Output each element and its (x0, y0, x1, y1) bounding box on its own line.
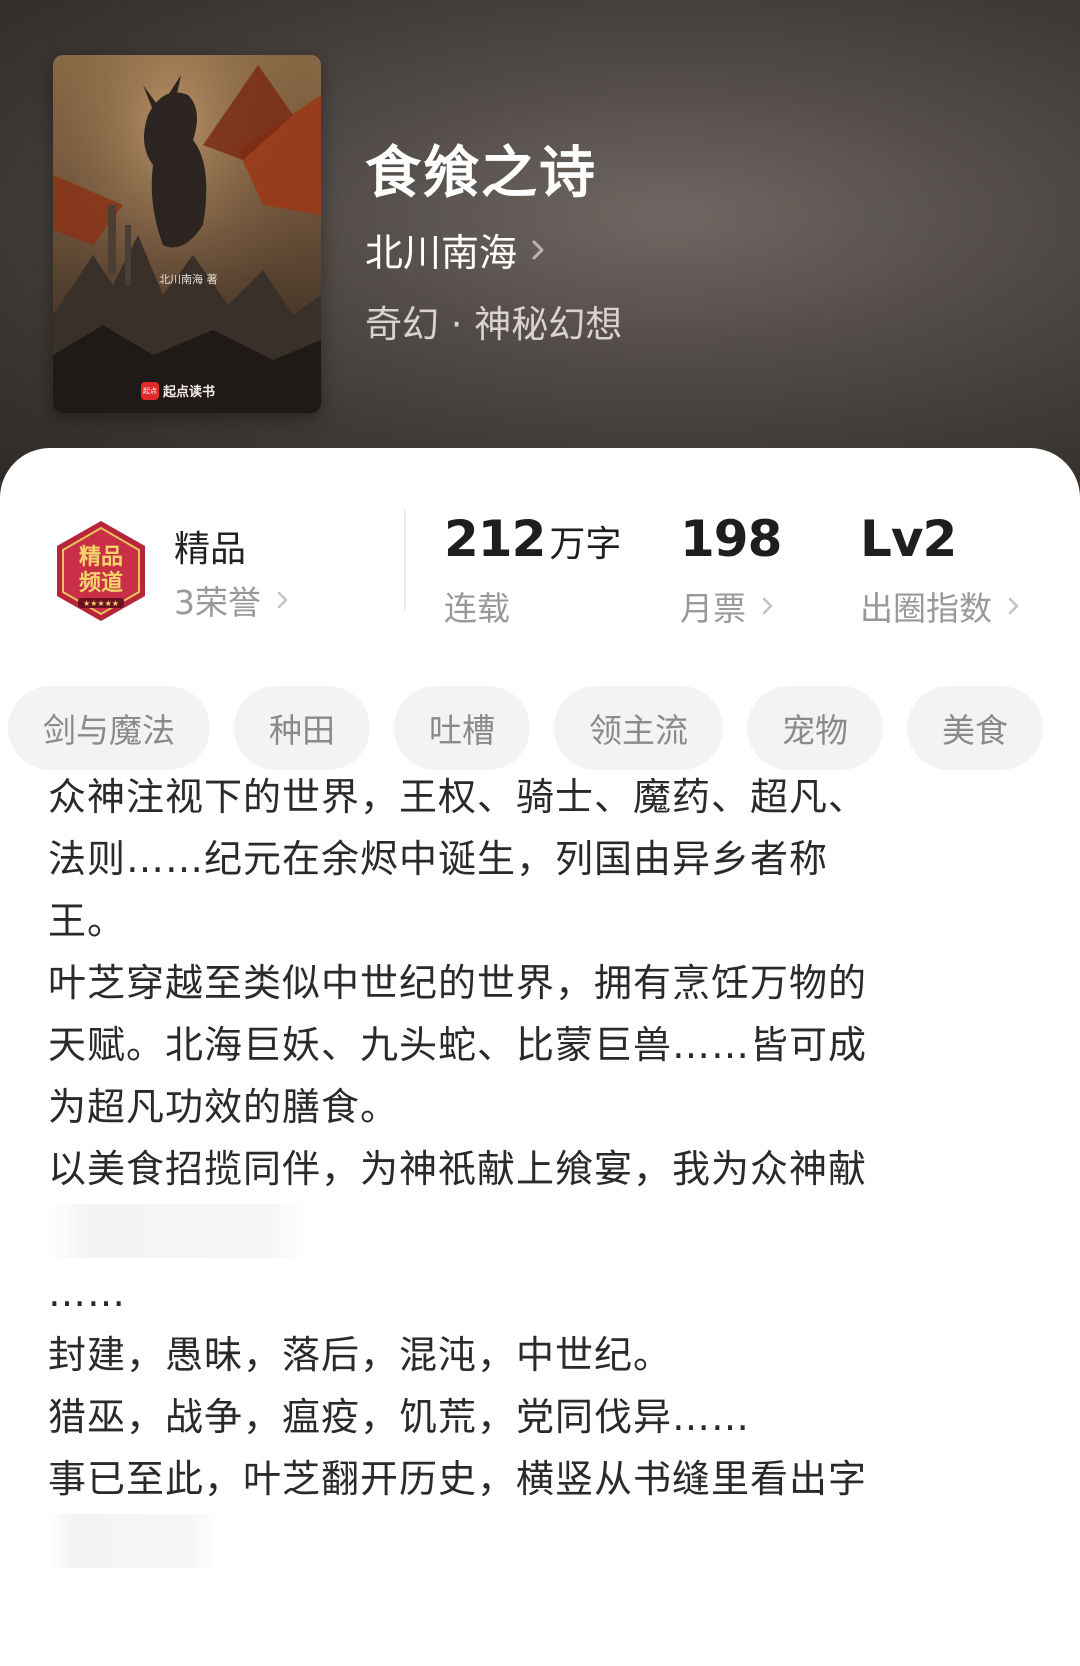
tag-chip[interactable]: 美食 (907, 686, 1043, 770)
badge-text-top: 精品 (79, 544, 123, 570)
chevron-right-icon (762, 597, 773, 615)
description-line: 以美食招揽同伴，为神祇献上飨宴，我为众神献 (48, 1147, 868, 1191)
tag-chip[interactable]: 剑与魔法 (8, 686, 210, 770)
popularity-index-label: 出圈指数 (860, 589, 992, 628)
description-line: …… (48, 1271, 126, 1315)
description-line: 众神注视下的世界，王权、骑士、魔药、超凡、 (48, 775, 868, 819)
monthly-ticket-stat[interactable]: 198 月票 (680, 510, 782, 630)
book-genre[interactable]: 奇幻 · 神秘幻想 (365, 294, 622, 348)
qidian-logo-icon: 起点 (141, 381, 159, 400)
description-line: 王。 (48, 899, 127, 943)
description-line: 封建，愚昧，落后，混沌，中世纪。 (48, 1333, 673, 1377)
word-count-value: 212 (444, 510, 546, 568)
description-line: 叶芝穿越至类似中世纪的世界，拥有烹饪万物的 (48, 961, 868, 1005)
monthly-ticket-label: 月票 (680, 589, 746, 628)
book-cover[interactable]: 北川南海 著 起点 起点读书 (53, 55, 321, 413)
tag-chip[interactable]: 领主流 (554, 686, 723, 770)
description-line: 法则……纪元在余烬中诞生，列国由异乡者称 (48, 837, 829, 881)
honor-link[interactable]: 3荣誉 (174, 576, 293, 624)
monthly-ticket-value: 198 (680, 510, 782, 568)
description-line: 事已至此，叶芝翻开历史，横竖从书缝里看出字 (48, 1457, 868, 1501)
popularity-index-value: Lv2 (860, 510, 957, 568)
honor-title: 精品 (174, 529, 247, 570)
book-description[interactable]: 众神注视下的世界，王权、骑士、魔药、超凡、 法则……纪元在余烬中诞生，列国由异乡… (48, 766, 1008, 1572)
book-header: 北川南海 著 起点 起点读书 食飨之诗 北川南海 奇幻 · 神秘幻想 (0, 0, 1080, 480)
author-name: 北川南海 (365, 231, 518, 275)
honor-count: 3荣誉 (174, 583, 261, 622)
book-detail-sheet: 精品 频道 ★★★★★ 精品 3荣誉 212 万字 连载 198 月票 Lv2 … (0, 448, 1080, 1666)
badge-stars: ★★★★★ (83, 599, 119, 608)
author-link[interactable]: 北川南海 (365, 222, 549, 277)
tag-chip[interactable]: 种田 (234, 686, 370, 770)
premium-channel-badge-icon[interactable]: 精品 频道 ★★★★★ (48, 518, 154, 624)
description-line: 为超凡功效的膳食。 (48, 1085, 400, 1129)
redacted-line (48, 1510, 1008, 1572)
chevron-right-icon (277, 591, 288, 609)
word-count-unit: 万字 (549, 524, 622, 565)
description-line: 天赋。北海巨妖、九头蛇、比蒙巨兽……皆可成 (48, 1023, 868, 1067)
book-title: 食飨之诗 (365, 140, 597, 206)
dragon-cover-art (53, 55, 321, 413)
badge-text-bottom: 频道 (79, 570, 123, 596)
serial-status-label: 连载 (444, 589, 510, 628)
redacted-line (48, 1200, 1008, 1262)
description-line: 猎巫，战争，瘟疫，饥荒，党同伐异…… (48, 1395, 751, 1439)
tag-chip[interactable]: 宠物 (747, 686, 883, 770)
chevron-right-icon (1008, 597, 1019, 615)
stats-divider (404, 510, 406, 610)
tag-chip[interactable]: 吐槽 (394, 686, 530, 770)
cover-author-credit: 北川南海 著 (159, 273, 218, 286)
popularity-index-stat[interactable]: Lv2 出圈指数 (860, 510, 1024, 630)
word-count-stat: 212 万字 连载 (444, 510, 621, 630)
cover-brand-text: 起点读书 (163, 385, 216, 400)
cover-brand: 起点 起点读书 (141, 381, 215, 400)
tag-list: 剑与魔法 种田 吐槽 领主流 宠物 美食 (8, 686, 1080, 772)
chevron-right-icon (532, 240, 544, 259)
